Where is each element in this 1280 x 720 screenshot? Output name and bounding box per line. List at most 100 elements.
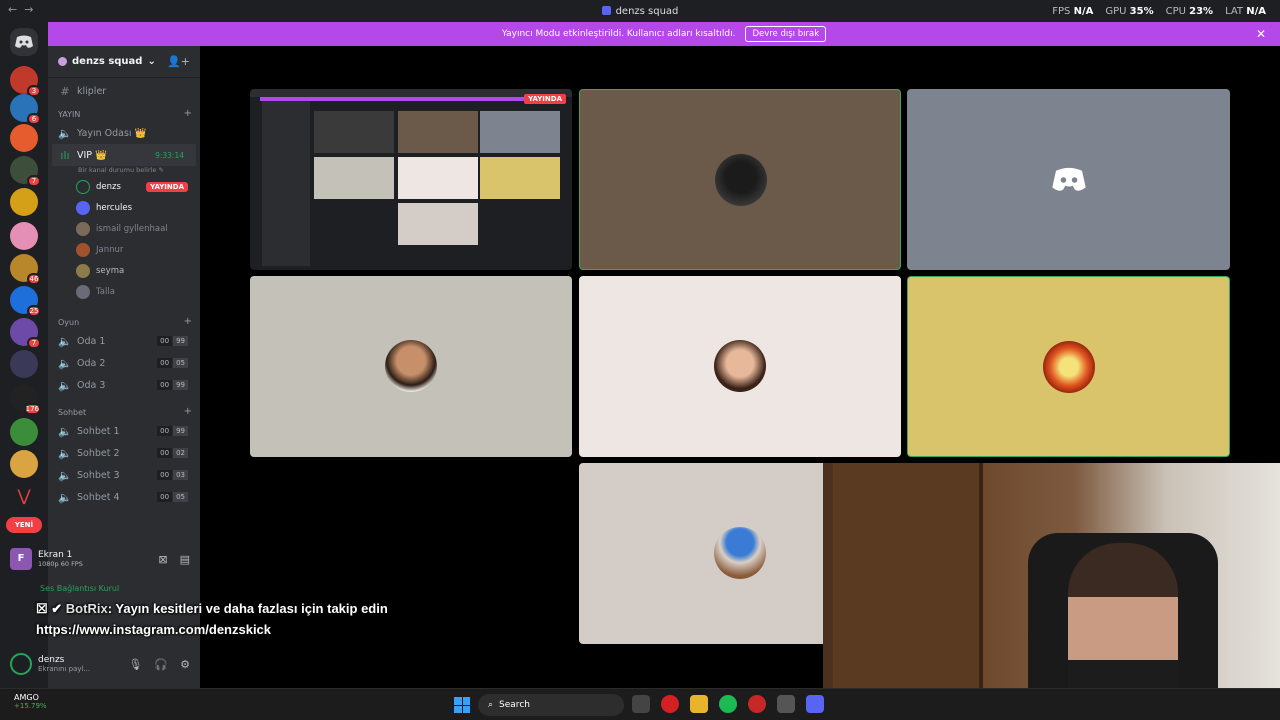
opera-icon[interactable]: [661, 695, 679, 713]
server-icon[interactable]: 7: [10, 156, 41, 187]
discord-icon: [601, 5, 611, 15]
server-icon[interactable]: 25: [10, 286, 41, 317]
voice-member[interactable]: ismail gyllenhaal: [48, 218, 200, 239]
task-view-icon[interactable]: [632, 695, 650, 713]
screen-icon[interactable]: ▤: [180, 553, 190, 566]
text-channel-klipler[interactable]: # klipler: [48, 80, 200, 102]
server-icon[interactable]: [10, 418, 38, 446]
screen-share-tile[interactable]: YAYINDA: [250, 89, 572, 270]
user-limit: 00 05: [157, 358, 188, 368]
voice-channel[interactable]: 🔈 Sohbet 1 00 99: [48, 420, 200, 442]
server-icon[interactable]: [10, 450, 38, 478]
server-icon[interactable]: [10, 124, 38, 152]
user-limit: 00 02: [157, 448, 188, 458]
chat-username: BotRix: [65, 601, 108, 616]
voice-channel[interactable]: 🔈 Sohbet 2 00 02: [48, 442, 200, 464]
disable-streamer-mode-button[interactable]: Devre dışı bırak: [745, 26, 827, 42]
participant-avatar: [1043, 341, 1095, 393]
participant-tile[interactable]: [907, 276, 1230, 457]
voice-channel[interactable]: 🔈 Sohbet 4 00 05: [48, 486, 200, 508]
participant-tile[interactable]: [907, 89, 1230, 270]
server-icon[interactable]: [10, 188, 38, 216]
speaker-icon: 🔈: [58, 378, 72, 392]
voice-member[interactable]: denzs YAYINDA: [48, 176, 200, 197]
voice-channel-yayin-odasi[interactable]: 🔈 Yayın Odası 👑: [48, 122, 200, 144]
home-button[interactable]: [10, 28, 38, 56]
server-icon[interactable]: 46: [10, 254, 41, 285]
chat-overlay: ☒ ✔ BotRix: Yayın kesitleri ve daha fazl…: [36, 598, 388, 640]
speaker-icon: 🔈: [58, 334, 72, 348]
fps-readout: FPS N/A: [1052, 5, 1094, 17]
participant-tile[interactable]: [579, 276, 901, 457]
discord-icon: [1051, 167, 1086, 191]
user-name: denzs: [38, 655, 65, 665]
speaker-icon: 🔈: [58, 126, 72, 140]
avatar: [76, 221, 90, 236]
file-explorer-icon[interactable]: [690, 695, 708, 713]
app-icon[interactable]: [748, 695, 766, 713]
server-icon[interactable]: 3: [10, 66, 41, 97]
discord-icon: [15, 35, 33, 48]
user-avatar[interactable]: [10, 653, 32, 675]
voice-channel[interactable]: 🔈 Oda 2 00 05: [48, 352, 200, 374]
category-yayin[interactable]: YAYIN +: [48, 102, 200, 122]
stock-widget[interactable]: AMGO +15.79%: [14, 693, 47, 710]
participant-avatar: [714, 527, 766, 579]
chevron-down-icon: ⌄: [147, 56, 156, 67]
category-sohbet[interactable]: Sohbet +: [48, 400, 200, 420]
avatar: [76, 284, 90, 299]
voice-member[interactable]: Jannur: [48, 239, 200, 260]
participant-avatar: [715, 154, 767, 206]
stop-stream-icon[interactable]: ⊠: [158, 553, 167, 566]
title-bar: ← → denzs squad FPS N/A GPU 35% CPU 23% …: [0, 0, 1280, 22]
close-icon[interactable]: ✕: [1256, 27, 1266, 41]
valorant-server-icon[interactable]: ⋁: [10, 482, 38, 510]
windows-start-icon[interactable]: [454, 697, 470, 713]
guild-icon: [58, 57, 67, 66]
server-icon[interactable]: 176: [10, 384, 41, 415]
gpu-readout: GPU 35%: [1105, 5, 1154, 17]
server-icon[interactable]: [10, 350, 38, 378]
discord-icon[interactable]: [806, 695, 824, 713]
spotify-icon[interactable]: [719, 695, 737, 713]
add-channel-icon[interactable]: +: [184, 406, 192, 417]
speaker-icon: 🔈: [58, 468, 72, 482]
avatar: [76, 242, 90, 257]
microphone-icon[interactable]: 🎙: [128, 658, 142, 671]
guild-header[interactable]: denzs squad ⌄ 👤+: [48, 46, 200, 78]
server-icon[interactable]: 6: [10, 94, 41, 125]
participant-tile[interactable]: [579, 89, 901, 270]
voice-channel[interactable]: 🔈 Oda 1 00 99: [48, 330, 200, 352]
participant-tile[interactable]: [250, 276, 572, 457]
add-channel-icon[interactable]: +: [184, 316, 192, 327]
voice-member[interactable]: Talla: [48, 281, 200, 302]
server-icon[interactable]: [10, 222, 38, 250]
taskbar-search[interactable]: ⌕ Search: [478, 694, 624, 716]
guild-name: denzs squad: [72, 56, 143, 67]
settings-icon[interactable]: [777, 695, 795, 713]
server-icon[interactable]: 7: [10, 318, 41, 349]
voice-channel[interactable]: 🔈 Oda 3 00 99: [48, 374, 200, 396]
new-badge[interactable]: YENİ: [6, 517, 42, 533]
channel-status-prompt[interactable]: Bir kanal durumu belirle ✎: [48, 166, 200, 176]
stream-panel: F Ekran 1 1080p 60 FPS ⊠ ▤: [10, 545, 190, 573]
chat-link: https://www.instagram.com/denzskick: [36, 622, 272, 637]
gear-icon[interactable]: ⚙: [180, 658, 190, 671]
voice-channel-vip[interactable]: ılı VIP 👑 9:33:14: [52, 144, 196, 166]
participant-avatar: [714, 340, 766, 392]
voice-member[interactable]: seyma: [48, 260, 200, 281]
headphones-icon[interactable]: 🎧: [154, 658, 168, 671]
add-channel-icon[interactable]: +: [184, 108, 192, 119]
speaker-icon: 🔈: [58, 424, 72, 438]
speaker-icon: 🔈: [58, 356, 72, 370]
search-icon: ⌕: [488, 700, 494, 710]
taskbar: AMGO +15.79% ⌕ Search: [0, 688, 1280, 720]
badge-icon: ☒ ✔: [36, 601, 63, 616]
avatar: [76, 179, 90, 194]
voice-member[interactable]: hercules: [48, 197, 200, 218]
webcam-overlay: [823, 463, 1280, 720]
add-member-icon[interactable]: 👤+: [167, 55, 190, 68]
speaker-icon: 🔈: [58, 490, 72, 504]
category-oyun[interactable]: Oyun +: [48, 310, 200, 330]
voice-channel[interactable]: 🔈 Sohbet 3 00 03: [48, 464, 200, 486]
